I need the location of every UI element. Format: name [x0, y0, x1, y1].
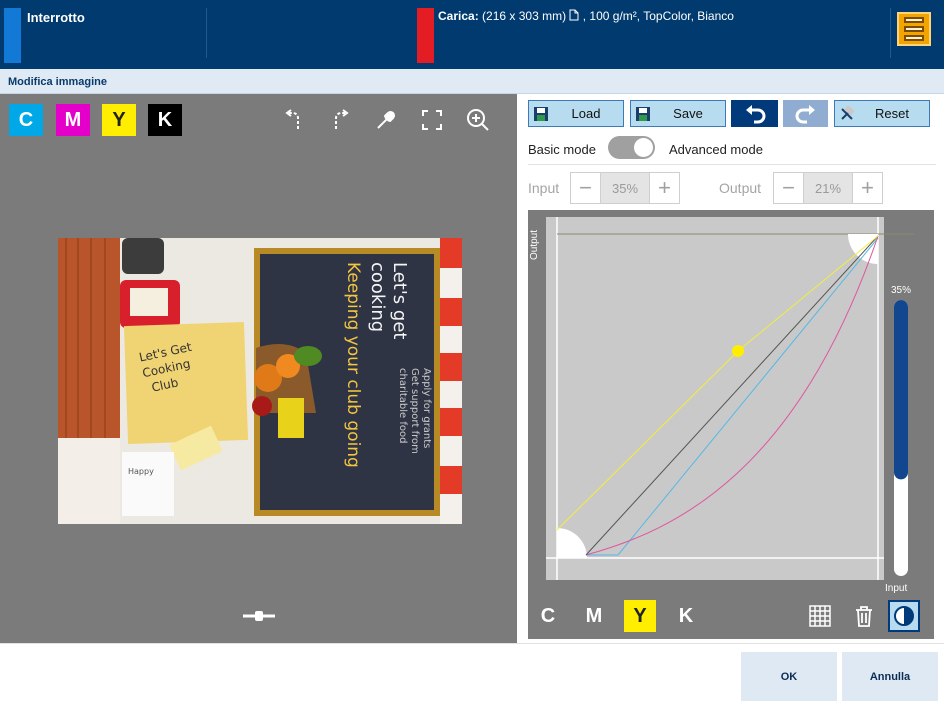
- output-value[interactable]: 21%: [803, 173, 853, 203]
- media-info: Carica: (216 x 303 mm) , 100 g/m², TopCo…: [438, 9, 734, 23]
- dialog-actions: OK Annulla: [0, 643, 944, 708]
- status-indicator: [4, 8, 21, 63]
- tone-curve-graph[interactable]: [528, 210, 934, 595]
- reset-label: Reset: [875, 106, 909, 121]
- save-icon: [636, 106, 650, 121]
- input-value[interactable]: 35%: [600, 173, 650, 203]
- advanced-mode-label: Advanced mode: [669, 142, 763, 157]
- rotate-left-icon[interactable]: [278, 104, 310, 136]
- media-size: (216 x 303 mm): [482, 9, 567, 23]
- input-decrement-button[interactable]: −: [571, 173, 600, 203]
- input-increment-button[interactable]: +: [650, 173, 679, 203]
- status-label: Interrotto: [27, 10, 85, 25]
- undo-button[interactable]: [731, 100, 778, 127]
- load-button[interactable]: Load: [528, 100, 624, 127]
- mode-toggle[interactable]: [608, 136, 655, 159]
- contrast-icon[interactable]: [888, 600, 920, 632]
- output-decrement-button[interactable]: −: [774, 173, 803, 203]
- curve-channel-black[interactable]: K: [670, 600, 702, 632]
- channel-toggle-yellow[interactable]: Y: [102, 104, 136, 136]
- curve-output-axis-label: Output: [529, 229, 540, 260]
- fit-screen-icon[interactable]: [416, 104, 448, 136]
- input-label: Input: [528, 180, 560, 196]
- ok-button[interactable]: OK: [741, 652, 837, 701]
- channel-toggle-cyan[interactable]: C: [9, 104, 43, 136]
- load-label: Load: [571, 106, 601, 121]
- page-icon: [569, 9, 579, 21]
- basic-mode-label: Basic mode: [528, 142, 596, 157]
- divider: [206, 8, 207, 58]
- image-preview-panel: C M Y K Let's Get Cooking Club Let's get…: [0, 94, 517, 643]
- svg-text:charitable food: charitable food: [397, 368, 408, 443]
- save-button[interactable]: Save: [630, 100, 726, 127]
- input-stepper: − 35% +: [570, 172, 680, 204]
- queue-menu-icon[interactable]: [897, 12, 931, 46]
- status-bar: Interrotto Carica: (216 x 303 mm) , 100 …: [0, 0, 944, 69]
- reset-icon: [841, 105, 855, 120]
- curve-channel-cyan[interactable]: C: [532, 600, 564, 632]
- cancel-button[interactable]: Annulla: [842, 652, 938, 701]
- tone-curve-panel: Output Input 35% C M Y K: [528, 210, 934, 639]
- preview-image: Let's Get Cooking Club Let's get cooking…: [58, 238, 462, 524]
- dialog-title-bar: Modifica immagine: [0, 69, 944, 94]
- curve-input-axis-label: Input: [885, 583, 908, 594]
- eyedropper-icon[interactable]: [370, 104, 402, 136]
- delete-icon[interactable]: [848, 600, 880, 632]
- curve-editor-panel: Load Save Reset Basic mode Advanced mode…: [518, 94, 944, 643]
- svg-text:cooking: cooking: [367, 262, 388, 332]
- output-increment-button[interactable]: +: [853, 173, 882, 203]
- svg-text:Keeping your club going: Keeping your club going: [343, 262, 363, 468]
- level-bar-fill: [894, 300, 908, 480]
- svg-text:Apply for grants: Apply for grants: [421, 368, 432, 448]
- redo-button[interactable]: [783, 100, 828, 127]
- media-details: , 100 g/m², TopColor, Bianco: [582, 9, 734, 23]
- divider: [890, 8, 891, 58]
- channel-toggle-magenta[interactable]: M: [56, 104, 90, 136]
- svg-text:Get support from: Get support from: [409, 368, 420, 454]
- curve-channel-magenta[interactable]: M: [578, 600, 610, 632]
- reset-button[interactable]: Reset: [834, 100, 930, 127]
- grid-icon[interactable]: [804, 600, 836, 632]
- channel-toggle-black[interactable]: K: [148, 104, 182, 136]
- media-prefix: Carica:: [438, 9, 479, 23]
- rotate-right-icon[interactable]: [324, 104, 356, 136]
- zoom-in-icon[interactable]: [462, 104, 494, 136]
- save-label: Save: [673, 106, 703, 121]
- svg-text:Let's get: Let's get: [389, 262, 410, 339]
- divider: [528, 164, 936, 165]
- load-icon: [534, 106, 548, 121]
- undo-icon: [745, 104, 765, 123]
- media-indicator: [417, 8, 434, 63]
- output-label: Output: [719, 180, 762, 196]
- dialog-title: Modifica immagine: [8, 76, 108, 88]
- input-output-row: Input − 35% + Output − 21% +: [528, 172, 936, 204]
- mode-switch-row: Basic mode Advanced mode: [528, 136, 936, 162]
- curve-control-point: [732, 345, 744, 357]
- svg-text:Happy: Happy: [128, 467, 154, 476]
- curve-channel-yellow[interactable]: Y: [624, 600, 656, 632]
- level-percent-label: 35%: [891, 285, 912, 296]
- preview-compare-slider[interactable]: [243, 609, 275, 623]
- redo-icon: [795, 104, 815, 123]
- output-stepper: − 21% +: [773, 172, 883, 204]
